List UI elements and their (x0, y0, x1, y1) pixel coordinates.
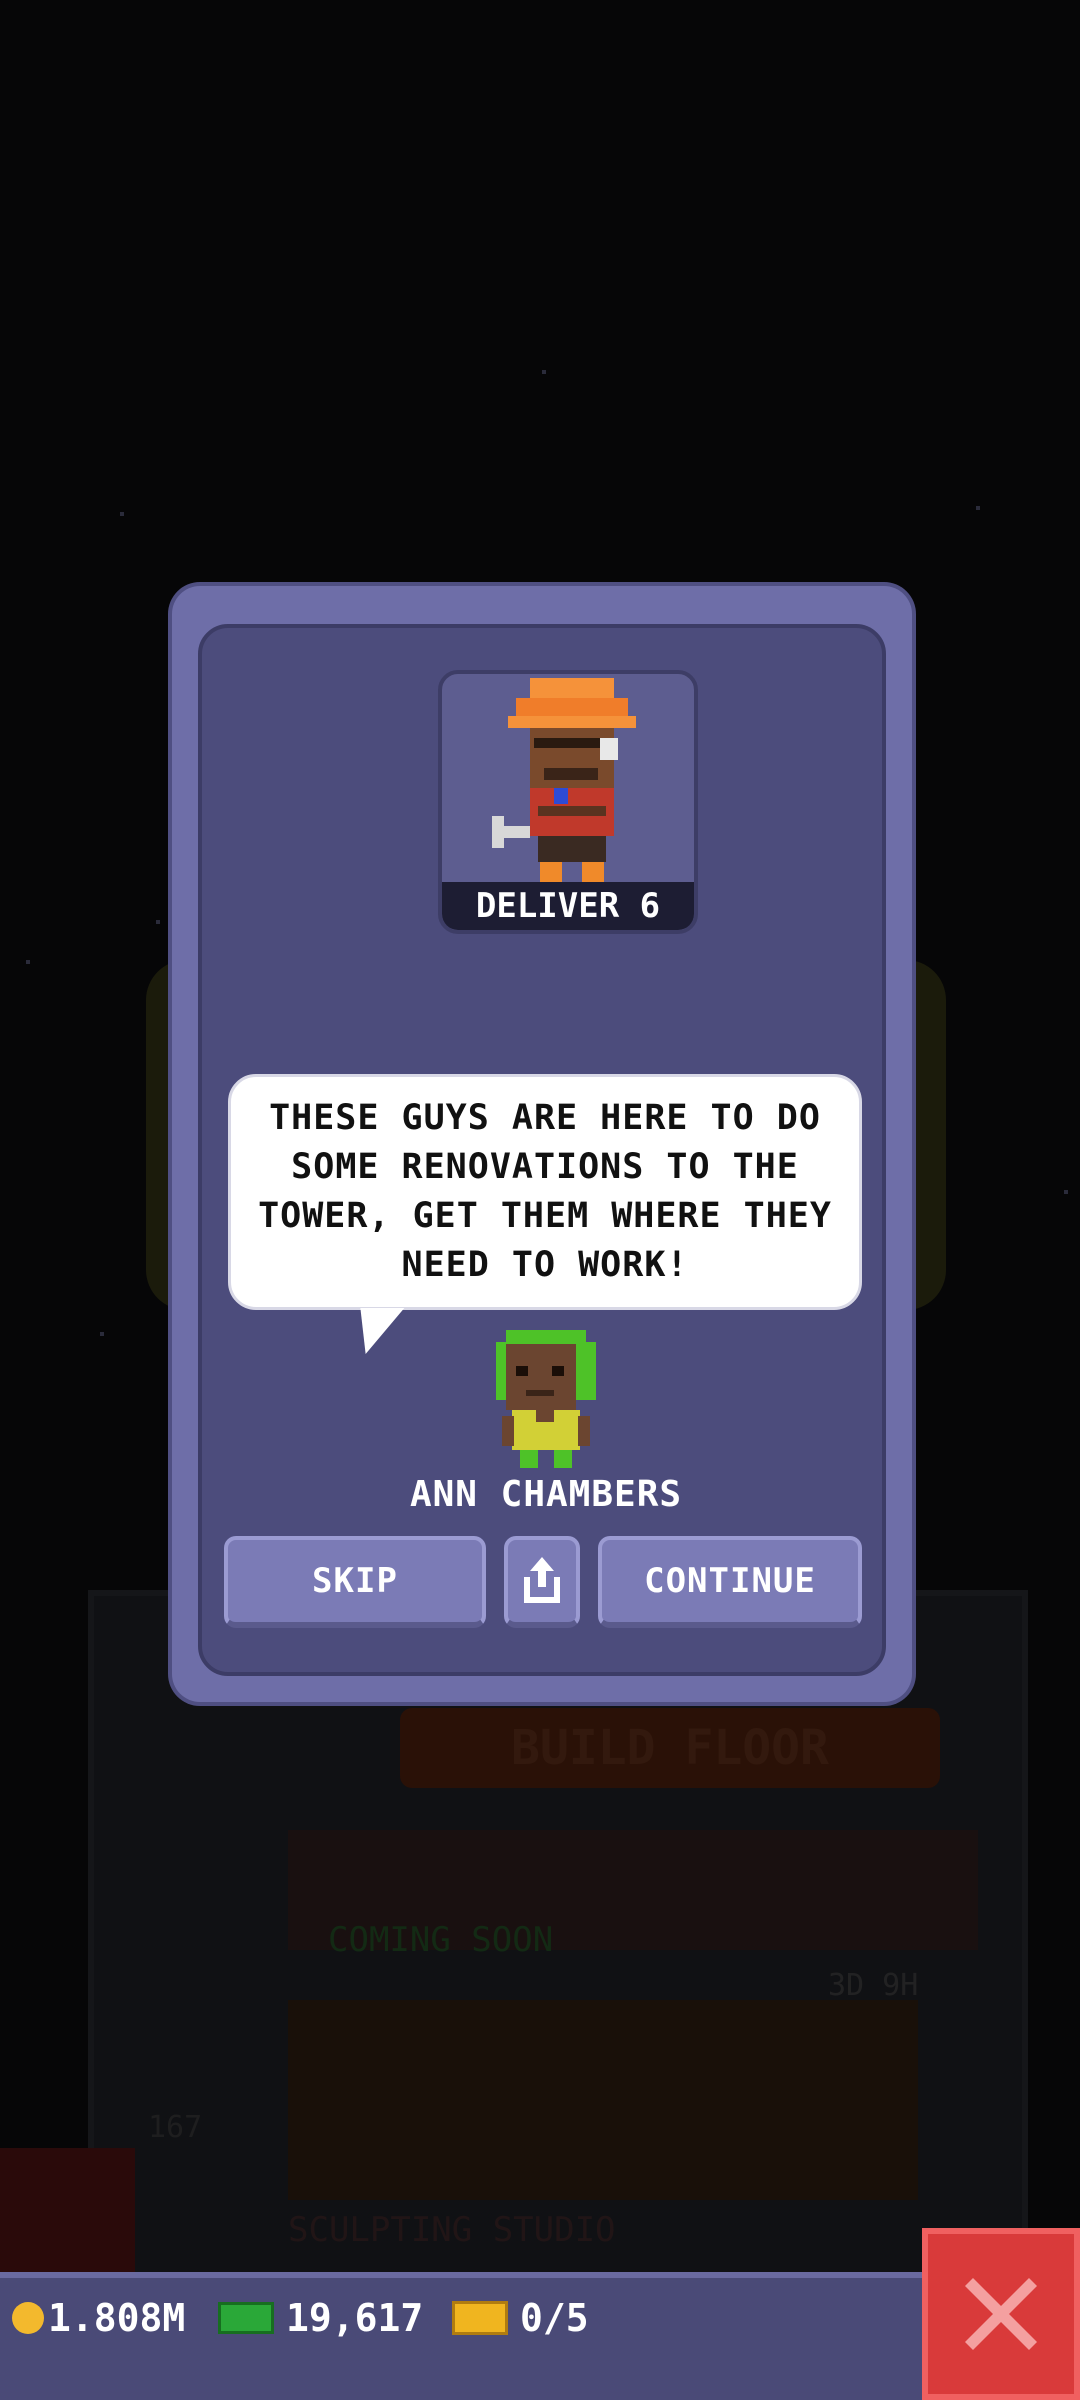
bux-value: 19,617 (286, 2296, 424, 2340)
coins-stat: 1.808M (12, 2296, 185, 2340)
star (976, 506, 980, 510)
tickets-stat: 0/5 (452, 2296, 589, 2340)
coins-value: 1.808M (48, 2296, 186, 2340)
elevator-button[interactable] (0, 2148, 135, 2278)
bux-stat: 19,617 (218, 2296, 423, 2340)
speech-bubble: THESE GUYS ARE HERE TO DO SOME RENOVATIO… (228, 1074, 862, 1310)
build-floor-button[interactable]: BUILD FLOOR (400, 1708, 940, 1788)
deliver-count-label: DELIVER 6 (442, 882, 694, 930)
floor-under-construction (288, 2000, 918, 2200)
status-bar: 1.808M 19,617 0/5 (0, 2272, 1080, 2400)
share-button[interactable] (504, 1536, 580, 1628)
mission-dialog: DELIVER 6 THESE GUYS ARE HERE TO DO SOME… (172, 586, 912, 1702)
bux-icon (218, 2302, 274, 2334)
floor-name: SCULPTING STUDIO (288, 2210, 616, 2250)
close-button[interactable] (922, 2228, 1080, 2400)
floor-timer: 3D 9H (828, 1968, 919, 2003)
ticket-icon (452, 2301, 508, 2335)
coming-soon-label: COMING SOON (328, 1920, 554, 1960)
share-icon (524, 1557, 560, 1603)
dialog-panel: DELIVER 6 THESE GUYS ARE HERE TO DO SOME… (198, 624, 886, 1676)
star (100, 1332, 104, 1336)
star (542, 370, 546, 374)
bitizen-portrait: DELIVER 6 (438, 670, 698, 934)
continue-button[interactable]: CONTINUE (598, 1536, 862, 1628)
speech-bubble-tail (343, 1308, 405, 1354)
floor-number: 167 (148, 2110, 203, 2145)
star (1064, 1190, 1068, 1194)
star (26, 960, 30, 964)
coin-icon (12, 2302, 44, 2334)
star (120, 512, 124, 516)
close-icon (965, 2278, 1037, 2350)
star (156, 920, 160, 924)
skip-button[interactable]: SKIP (224, 1536, 486, 1628)
tickets-value: 0/5 (520, 2296, 589, 2340)
construction-worker-icon (492, 678, 636, 882)
speech-text: THESE GUYS ARE HERE TO DO SOME RENOVATIO… (258, 1098, 832, 1285)
npc-avatar-icon (496, 1330, 596, 1468)
npc-name: ANN CHAMBERS (409, 1474, 683, 1515)
